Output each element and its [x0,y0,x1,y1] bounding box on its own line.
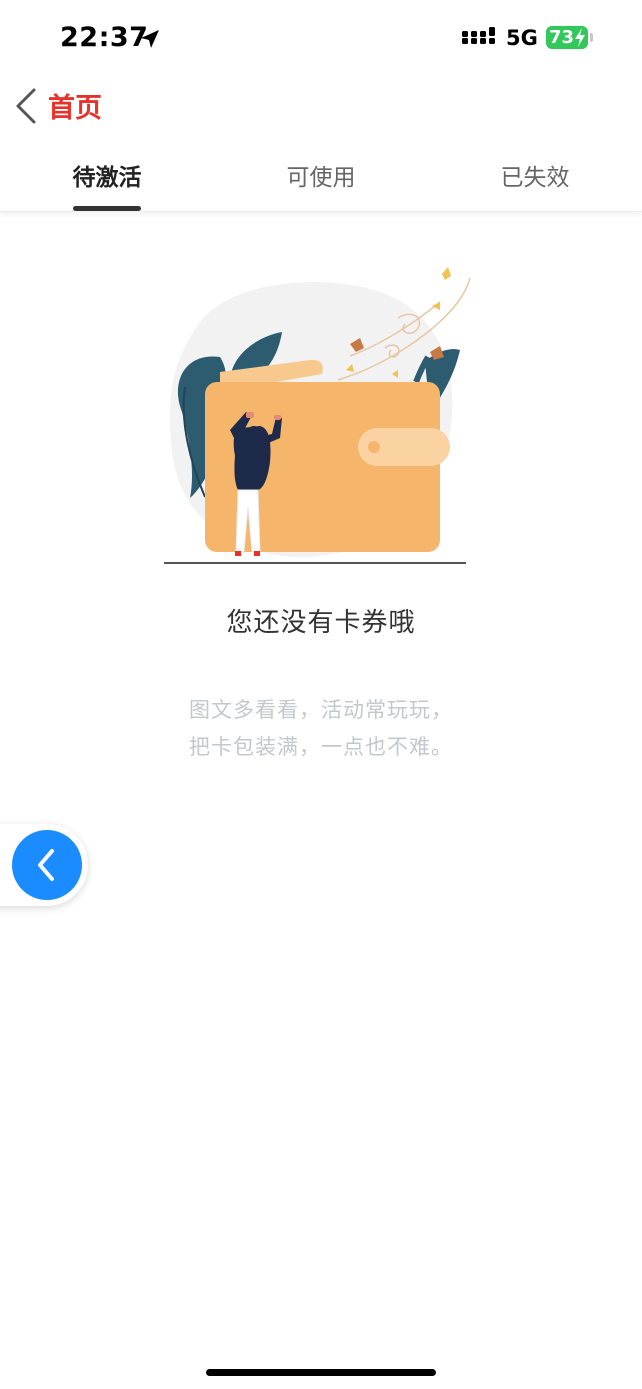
tab-label: 已失效 [500,165,570,191]
battery-level: 73 [549,27,575,48]
empty-state-description: 图文多看看，活动常玩玩， 把卡包装满，一点也不难。 [0,692,642,766]
tab-expired[interactable]: 已失效 [428,134,642,211]
screen: 22:37 5G 73 首页 待激活 可使用 已失效 您还没有卡券哦 图文多看看… [0,0,642,1389]
empty-state-desc-line: 图文多看看，活动常玩玩， [189,698,453,722]
tab-active-indicator [73,206,141,211]
tab-pending-activation[interactable]: 待激活 [0,134,214,211]
back-button[interactable] [10,84,44,128]
tab-bar: 待激活 可使用 已失效 [0,134,642,212]
status-bar: 22:37 5G 73 [0,0,642,78]
location-arrow-icon [141,30,159,48]
network-label: 5G [506,26,538,50]
battery-indicator: 73 [546,26,588,49]
tab-usable[interactable]: 可使用 [214,134,428,211]
nav-bar: 首页 [0,78,642,134]
empty-state-desc-line: 把卡包装满，一点也不难。 [189,735,453,759]
signal-icon [462,27,495,44]
status-time: 22:37 [60,22,149,53]
empty-wallet-illustration [164,267,471,564]
charging-bolt-icon [575,28,585,47]
empty-state-title: 您还没有卡券哦 [226,608,416,638]
battery-cap [590,33,593,42]
floating-back-button[interactable] [12,830,82,900]
chevron-left-icon [38,849,54,881]
tab-label: 待激活 [72,165,142,191]
tab-label: 可使用 [286,165,356,191]
nav-title[interactable]: 首页 [48,86,102,125]
home-indicator[interactable] [206,1369,436,1376]
